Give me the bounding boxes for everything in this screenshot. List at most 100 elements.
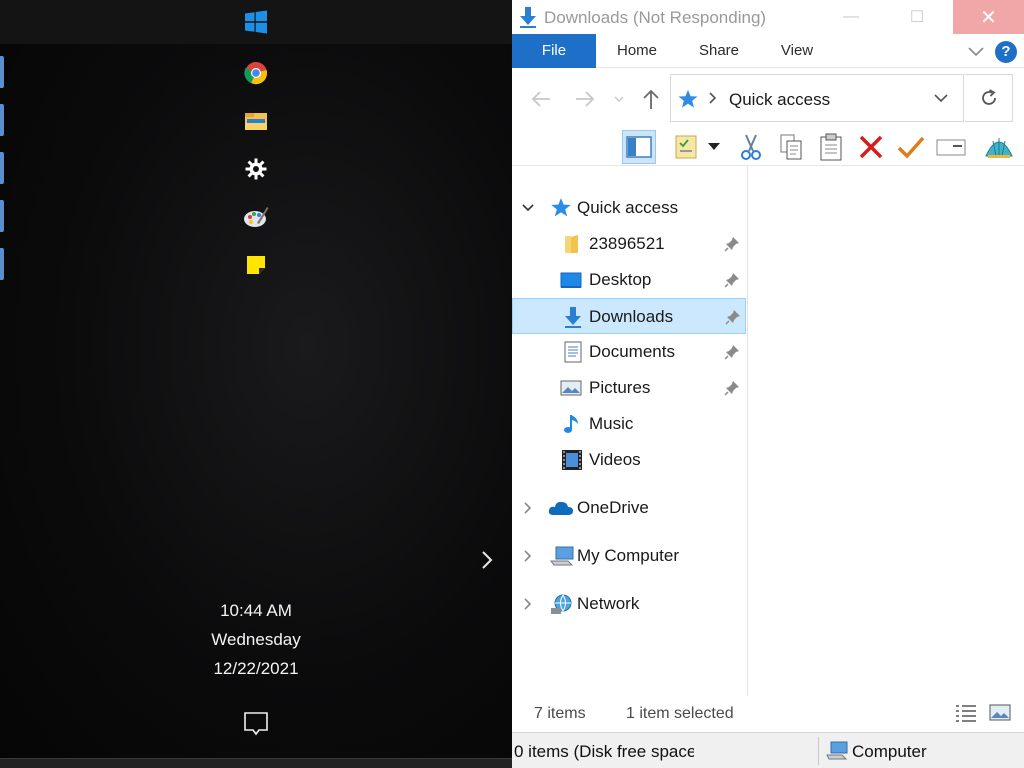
nav-item-label: Desktop: [589, 270, 652, 289]
properties-button[interactable]: [670, 130, 704, 164]
collapse-chevron-icon[interactable]: [520, 200, 536, 216]
clock-date: 12/22/2021: [213, 659, 299, 678]
file-explorer-icon[interactable]: [241, 106, 271, 136]
sticky-notes-icon[interactable]: [241, 250, 271, 280]
selection-count: 1 item selected: [626, 705, 734, 722]
properties-dropdown-icon[interactable]: [704, 130, 724, 164]
nav-item-label: Documents: [589, 342, 675, 361]
chevron-right-icon[interactable]: [478, 548, 496, 572]
nav-item-23896521[interactable]: 23896521: [512, 226, 746, 262]
details-divider: [818, 737, 819, 765]
paste-icon: [820, 133, 842, 161]
help-button[interactable]: ?: [995, 41, 1017, 63]
address-bar[interactable]: Quick access: [670, 74, 964, 122]
nav-item-my-computer[interactable]: My Computer: [512, 538, 746, 574]
breadcrumb-chevron-icon: [707, 89, 719, 112]
rename-box-icon: [936, 139, 966, 156]
notification-icon[interactable]: [243, 711, 269, 737]
clock-time: 10:44 AM: [220, 601, 292, 620]
shell-button[interactable]: [982, 130, 1016, 164]
address-dropdown-icon[interactable]: [933, 91, 949, 110]
pin-icon: [724, 344, 740, 360]
rename-button[interactable]: [894, 130, 928, 164]
nav-item-onedrive[interactable]: OneDrive: [512, 490, 746, 526]
nav-root-label: Network: [577, 594, 640, 613]
nav-item-videos[interactable]: Videos: [512, 442, 746, 478]
new-item-button[interactable]: [934, 130, 968, 164]
ribbon-expand-icon[interactable]: [966, 41, 986, 61]
settings-gear-icon[interactable]: [241, 154, 271, 184]
tab-home[interactable]: Home: [608, 34, 666, 68]
tile-accent: [0, 104, 4, 136]
large-icons-view-icon[interactable]: [988, 702, 1012, 724]
tile-accent: [0, 152, 4, 184]
maximize-button[interactable]: ☐: [894, 0, 940, 34]
file-explorer-window: Downloads (Not Responding) — ☐ ✕ File Ho…: [512, 0, 1024, 768]
refresh-button[interactable]: [965, 74, 1013, 122]
command-toolbar: [512, 126, 1024, 166]
tile-accent: [0, 56, 4, 88]
tab-file[interactable]: File: [512, 34, 596, 68]
nav-item-downloads[interactable]: Downloads: [512, 298, 746, 334]
expand-chevron-icon[interactable]: [520, 548, 536, 564]
folder-icon: [562, 233, 584, 255]
back-arrow-icon[interactable]: [528, 86, 554, 112]
onedrive-cloud-icon: [548, 497, 574, 519]
computer-icon: [550, 545, 574, 567]
shell-icon: [985, 138, 1013, 158]
nav-item-label: Pictures: [589, 378, 651, 397]
nav-root-label: OneDrive: [577, 498, 649, 517]
navigation-pane-button[interactable]: [622, 130, 656, 164]
windows-logo-icon[interactable]: [241, 7, 271, 37]
forward-arrow-icon[interactable]: [572, 86, 598, 112]
navigation-pane: Quick access 23896521 Desktop Downloads …: [512, 166, 748, 696]
tab-view[interactable]: View: [770, 34, 824, 68]
expand-chevron-icon[interactable]: [520, 500, 536, 516]
address-current-location[interactable]: Quick access: [729, 90, 830, 110]
pin-icon: [724, 272, 740, 288]
copy-button[interactable]: [774, 130, 808, 164]
navigation-bar: Quick access: [512, 70, 1024, 126]
nav-item-music[interactable]: Music: [512, 406, 746, 442]
nav-item-pictures[interactable]: Pictures: [512, 370, 746, 406]
quick-access-star-icon: [677, 89, 699, 114]
download-arrow-icon: [562, 306, 584, 328]
nav-item-desktop[interactable]: Desktop: [512, 262, 746, 298]
details-bar: 0 items (Disk free space Computer: [512, 732, 1024, 768]
computer-zone-label: Computer: [852, 742, 927, 761]
details-view-icon[interactable]: [954, 702, 978, 724]
documents-icon: [562, 341, 584, 363]
quick-access-node[interactable]: Quick access: [512, 190, 746, 226]
desktop-icon: [560, 269, 582, 291]
checkmark-icon: [897, 136, 925, 159]
cut-button[interactable]: [734, 130, 768, 164]
delete-button[interactable]: [854, 130, 888, 164]
videos-icon: [561, 449, 583, 471]
nav-root-label: My Computer: [577, 546, 680, 565]
nav-item-network[interactable]: Network: [512, 586, 746, 622]
minimize-button[interactable]: —: [828, 0, 874, 34]
start-screen: 10:44 AM Wednesday 12/22/2021: [0, 0, 512, 768]
nav-item-label: Downloads: [589, 307, 674, 326]
tab-share[interactable]: Share: [690, 34, 748, 68]
nav-item-documents[interactable]: Documents: [512, 334, 746, 370]
expand-chevron-icon[interactable]: [520, 596, 536, 612]
recent-locations-chevron-icon[interactable]: [610, 86, 628, 112]
scissors-icon: [741, 134, 761, 160]
taskbar-strip: [0, 758, 512, 768]
chrome-icon[interactable]: [241, 58, 271, 88]
close-button[interactable]: ✕: [953, 0, 1024, 34]
ribbon-tabs: File Home Share View ?: [512, 34, 1024, 68]
delete-x-icon: [859, 135, 883, 159]
copy-icon: [780, 134, 802, 160]
title-bar[interactable]: Downloads (Not Responding) — ☐ ✕: [512, 0, 1024, 34]
up-arrow-icon[interactable]: [638, 86, 664, 112]
paste-button[interactable]: [814, 130, 848, 164]
nav-item-label: 23896521: [589, 234, 665, 253]
tile-accent: [0, 200, 4, 232]
window-title: Downloads (Not Responding): [544, 8, 767, 27]
paint-icon[interactable]: [241, 202, 271, 232]
quick-access-star-icon: [550, 197, 572, 219]
navigation-pane-icon: [626, 136, 652, 158]
music-note-icon: [562, 413, 584, 435]
